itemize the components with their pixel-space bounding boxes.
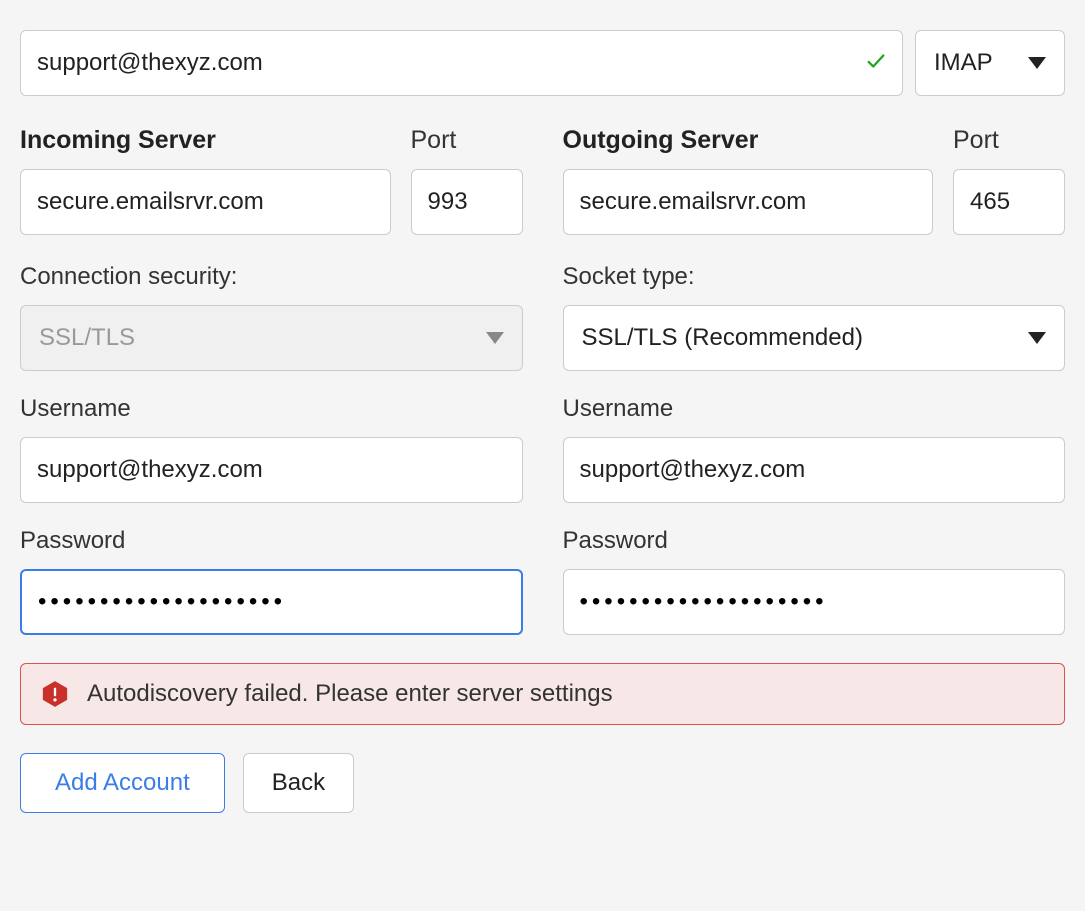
- outgoing-username-input[interactable]: [563, 437, 1066, 503]
- socket-type-value: SSL/TLS (Recommended): [582, 324, 863, 352]
- email-field[interactable]: [20, 30, 903, 96]
- incoming-username-input[interactable]: [20, 437, 523, 503]
- incoming-password-label: Password: [20, 527, 523, 555]
- server-settings-columns: Incoming Server Port Connection security…: [20, 126, 1065, 635]
- incoming-port-input[interactable]: [411, 169, 523, 235]
- outgoing-username-label: Username: [563, 395, 1066, 423]
- incoming-password-input[interactable]: [20, 569, 523, 635]
- incoming-port-label: Port: [411, 126, 523, 155]
- email-field-wrap: [20, 30, 903, 96]
- incoming-server-label: Incoming Server: [20, 126, 391, 155]
- incoming-username-label: Username: [20, 395, 523, 423]
- outgoing-server-row: [563, 169, 1066, 235]
- outgoing-port-label: Port: [953, 126, 1065, 155]
- incoming-header-row: Incoming Server Port: [20, 126, 523, 155]
- chevron-down-icon: [1028, 57, 1046, 69]
- chevron-down-icon: [486, 332, 504, 344]
- account-header-row: IMAP: [20, 30, 1065, 96]
- alert-icon: [41, 680, 69, 708]
- protocol-select[interactable]: IMAP: [915, 30, 1065, 96]
- outgoing-port-input[interactable]: [953, 169, 1065, 235]
- add-account-button[interactable]: Add Account: [20, 753, 225, 813]
- connection-security-label: Connection security:: [20, 263, 523, 291]
- error-banner: Autodiscovery failed. Please enter serve…: [20, 663, 1065, 725]
- connection-security-select: SSL/TLS: [20, 305, 523, 371]
- connection-security-value: SSL/TLS: [39, 324, 135, 352]
- outgoing-header-row: Outgoing Server Port: [563, 126, 1066, 155]
- button-row: Add Account Back: [20, 753, 1065, 813]
- outgoing-server-label: Outgoing Server: [563, 126, 934, 155]
- incoming-server-input[interactable]: [20, 169, 391, 235]
- outgoing-column: Outgoing Server Port Socket type: SSL/TL…: [563, 126, 1066, 635]
- protocol-value: IMAP: [934, 49, 993, 77]
- socket-type-label: Socket type:: [563, 263, 1066, 291]
- incoming-column: Incoming Server Port Connection security…: [20, 126, 523, 635]
- back-button[interactable]: Back: [243, 753, 354, 813]
- error-message: Autodiscovery failed. Please enter serve…: [87, 680, 613, 708]
- outgoing-password-input[interactable]: [563, 569, 1066, 635]
- outgoing-password-label: Password: [563, 527, 1066, 555]
- incoming-server-row: [20, 169, 523, 235]
- socket-type-select[interactable]: SSL/TLS (Recommended): [563, 305, 1066, 371]
- outgoing-server-input[interactable]: [563, 169, 934, 235]
- chevron-down-icon: [1028, 332, 1046, 344]
